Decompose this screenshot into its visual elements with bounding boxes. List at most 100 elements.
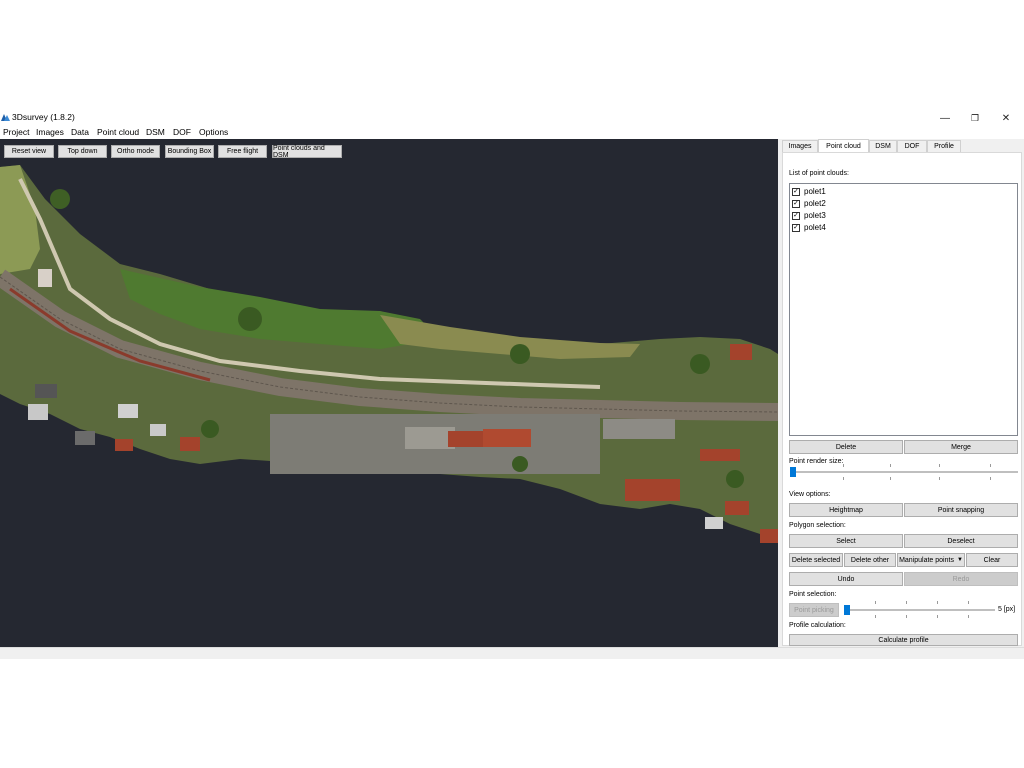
tab-profile[interactable]: Profile	[927, 140, 961, 152]
reset-view-button[interactable]: Reset view	[4, 145, 54, 158]
point-cloud-name: polet4	[804, 223, 826, 232]
select-button[interactable]: Select	[789, 534, 903, 548]
house-roof	[38, 269, 52, 287]
slider-tick	[890, 477, 891, 480]
point-cloud-list[interactable]: ✓ polet1 ✓ polet2 ✓ polet3 ✓ polet4	[789, 183, 1018, 436]
checkbox-icon[interactable]: ✓	[792, 211, 800, 220]
house-roof	[730, 344, 752, 360]
profile-calculation-label: Profile calculation:	[789, 622, 846, 629]
bounding-box-button[interactable]: Bounding Box	[165, 145, 214, 158]
point-selection-label: Point selection:	[789, 591, 837, 598]
slider-tick	[843, 477, 844, 480]
delete-button[interactable]: Delete	[789, 440, 903, 454]
slider-tick	[890, 464, 891, 467]
house-roof	[28, 404, 48, 420]
house-roof	[705, 517, 723, 529]
slider-tick	[968, 601, 969, 604]
checkbox-icon[interactable]: ✓	[792, 199, 800, 208]
building-roof	[483, 429, 531, 447]
menu-point-cloud[interactable]: Point cloud	[97, 127, 139, 137]
checkbox-icon[interactable]: ✓	[792, 223, 800, 232]
menu-data[interactable]: Data	[71, 127, 89, 137]
restore-button[interactable]: ❐	[960, 110, 990, 126]
point-clouds-dsm-button[interactable]: Point clouds and DSM	[272, 145, 342, 159]
deselect-button[interactable]: Deselect	[904, 534, 1018, 548]
dropdown-arrow-icon: ▼	[956, 557, 963, 563]
3d-viewport[interactable]: Reset view Top down Ortho mode Bounding …	[0, 139, 778, 647]
slider-tick	[939, 477, 940, 480]
tree-cluster	[726, 470, 744, 488]
free-flight-button[interactable]: Free flight	[218, 145, 267, 158]
tab-dsm[interactable]: DSM	[869, 140, 897, 152]
building-roof	[700, 449, 740, 461]
point-picking-slider[interactable]	[845, 609, 995, 611]
tab-images[interactable]: Images	[782, 140, 818, 152]
manipulate-points-button[interactable]: Manipulate points ▼	[897, 553, 965, 567]
window-title: 3Dsurvey (1.8.2)	[12, 112, 75, 122]
house-roof	[35, 384, 57, 398]
menu-images[interactable]: Images	[36, 127, 64, 137]
title-bar: 3Dsurvey (1.8.2) — ❐ ✕	[0, 110, 1024, 126]
checkbox-icon[interactable]: ✓	[792, 187, 800, 196]
app-logo-icon	[1, 114, 10, 121]
point-cloud-tab-page: List of point clouds: ✓ polet1 ✓ polet2 …	[782, 152, 1022, 646]
tab-dof[interactable]: DOF	[897, 140, 927, 152]
menu-dof[interactable]: DOF	[173, 127, 191, 137]
building-roof	[625, 479, 680, 501]
clear-button[interactable]: Clear	[966, 553, 1018, 567]
side-panel: Images Point cloud DSM DOF Profile List …	[779, 139, 1024, 647]
menu-dsm[interactable]: DSM	[146, 127, 165, 137]
list-item[interactable]: ✓ polet2	[792, 198, 826, 209]
undo-button[interactable]: Undo	[789, 572, 903, 586]
tree-cluster	[510, 344, 530, 364]
tab-point-cloud[interactable]: Point cloud	[818, 139, 869, 152]
house-roof	[150, 424, 166, 436]
delete-selected-button[interactable]: Delete selected	[789, 553, 843, 567]
point-snapping-button[interactable]: Point snapping	[904, 503, 1018, 517]
point-picking-button[interactable]: Point picking	[789, 603, 839, 617]
tree-cluster	[201, 420, 219, 438]
heightmap-button[interactable]: Heightmap	[789, 503, 903, 517]
slider-tick	[990, 464, 991, 467]
minimize-button[interactable]: —	[930, 110, 960, 126]
restore-icon: ❐	[970, 112, 980, 123]
merge-button[interactable]: Merge	[904, 440, 1018, 454]
point-cloud-name: polet3	[804, 211, 826, 220]
list-item[interactable]: ✓ polet3	[792, 210, 826, 221]
status-bar	[0, 647, 1024, 659]
redo-button[interactable]: Redo	[904, 572, 1018, 586]
tree-cluster	[238, 307, 262, 331]
slider-tick	[968, 615, 969, 618]
list-item[interactable]: ✓ polet4	[792, 222, 826, 233]
slider-tick	[937, 615, 938, 618]
top-down-button[interactable]: Top down	[58, 145, 107, 158]
tree-cluster	[690, 354, 710, 374]
view-options-label: View options:	[789, 491, 831, 498]
ortho-mode-button[interactable]: Ortho mode	[111, 145, 160, 158]
render-size-slider[interactable]	[791, 471, 1018, 473]
point-cloud-render[interactable]	[0, 139, 778, 647]
house-roof	[725, 501, 749, 515]
menu-bar: Project Images Data Point cloud DSM DOF …	[0, 126, 1024, 139]
house-roof	[118, 404, 138, 418]
manipulate-points-label: Manipulate points	[899, 556, 954, 564]
close-button[interactable]: ✕	[991, 110, 1021, 126]
minimize-icon: —	[940, 112, 950, 124]
render-size-slider-handle[interactable]	[790, 467, 796, 477]
list-item[interactable]: ✓ polet1	[792, 186, 826, 197]
point-picking-value: 5 [px]	[998, 606, 1016, 613]
slider-tick	[843, 464, 844, 467]
close-icon: ✕	[1001, 112, 1011, 124]
slider-tick	[990, 477, 991, 480]
building-roof	[448, 431, 483, 447]
menu-project[interactable]: Project	[3, 127, 29, 137]
delete-other-button[interactable]: Delete other	[844, 553, 896, 567]
point-cloud-name: polet1	[804, 187, 826, 196]
slider-tick	[937, 601, 938, 604]
tree-cluster	[50, 189, 70, 209]
house-roof	[115, 439, 133, 451]
point-picking-slider-handle[interactable]	[844, 605, 850, 615]
menu-options[interactable]: Options	[199, 127, 228, 137]
polygon-selection-label: Polygon selection:	[789, 522, 846, 529]
calculate-profile-button[interactable]: Calculate profile	[789, 634, 1018, 646]
